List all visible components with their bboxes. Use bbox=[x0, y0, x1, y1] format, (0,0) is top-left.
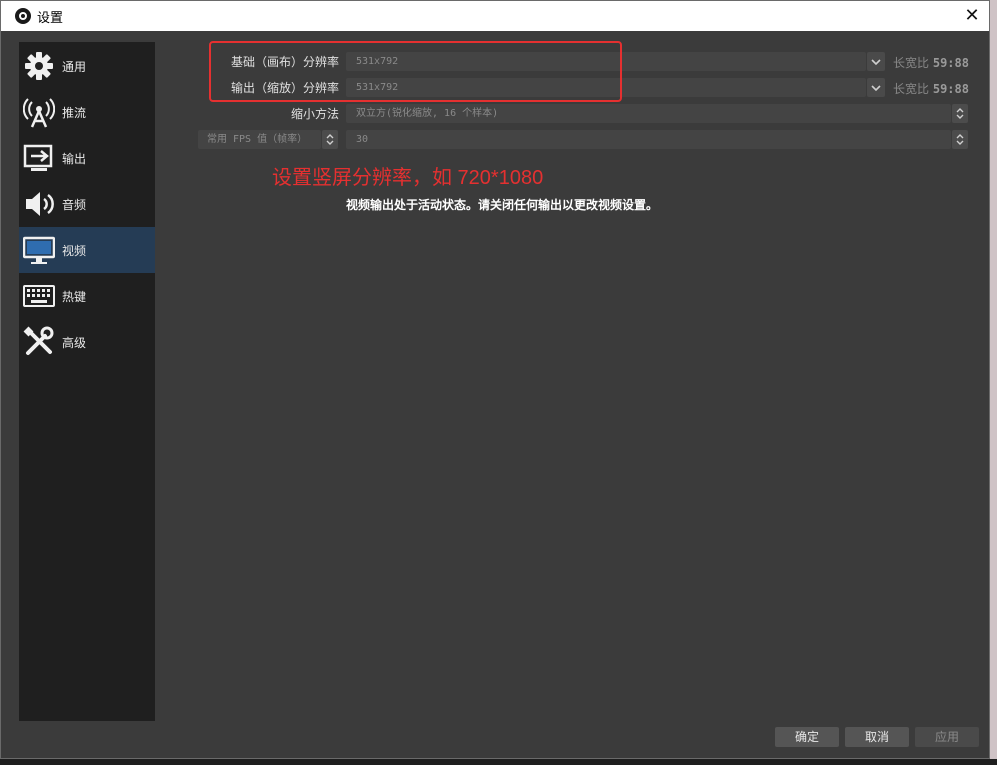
chevron-down-icon bbox=[871, 59, 881, 66]
sidebar-item-label: 通用 bbox=[62, 60, 87, 74]
background-app-sliver bbox=[990, 0, 997, 765]
ok-button[interactable]: 确定 bbox=[775, 727, 839, 747]
aspect-label: 长宽比 bbox=[893, 56, 930, 70]
output-resolution-dropdown-button[interactable] bbox=[867, 78, 885, 97]
fps-type-spin[interactable] bbox=[322, 130, 338, 149]
sidebar-item-stream[interactable]: 推流 bbox=[19, 89, 155, 135]
base-resolution-dropdown-button[interactable] bbox=[867, 52, 885, 71]
up-down-arrows-icon bbox=[326, 134, 334, 145]
sidebar-item-advanced[interactable]: 高级 bbox=[19, 319, 155, 365]
cancel-button[interactable]: 取消 bbox=[845, 727, 909, 747]
background-app-bottom bbox=[0, 759, 997, 765]
chevron-down-icon bbox=[871, 85, 881, 92]
up-down-arrows-icon bbox=[956, 134, 964, 145]
close-button[interactable]: ✕ bbox=[955, 1, 989, 31]
sidebar-item-output[interactable]: 输出 bbox=[19, 135, 155, 181]
fps-value-spin[interactable] bbox=[952, 130, 968, 149]
sidebar-item-audio[interactable]: 音频 bbox=[19, 181, 155, 227]
aspect-label: 长宽比 bbox=[893, 82, 930, 96]
output-aspect-ratio: 长宽比 59:88 bbox=[893, 80, 969, 97]
sidebar-item-general[interactable]: 通用 bbox=[19, 43, 155, 89]
apply-button[interactable]: 应用 bbox=[915, 727, 979, 747]
sidebar-item-label: 视频 bbox=[62, 244, 87, 258]
sidebar-item-label: 输出 bbox=[62, 152, 87, 166]
keyboard-icon bbox=[23, 285, 55, 307]
annotation-highlight-box bbox=[209, 41, 622, 102]
aspect-value: 59:88 bbox=[932, 56, 969, 70]
gear-icon bbox=[25, 52, 53, 80]
base-aspect-ratio: 长宽比 59:88 bbox=[893, 54, 969, 71]
monitor-icon bbox=[23, 236, 55, 264]
sidebar-item-label: 推流 bbox=[62, 106, 87, 120]
speaker-icon bbox=[26, 192, 54, 216]
sidebar-item-label: 音频 bbox=[62, 198, 87, 212]
sidebar-item-label: 高级 bbox=[62, 336, 87, 350]
broadcast-antenna-icon bbox=[23, 98, 55, 128]
tools-icon bbox=[23, 326, 54, 355]
sidebar-item-video[interactable]: 视频 bbox=[19, 227, 155, 273]
fps-type-select[interactable]: 常用 FPS 值（帧率） bbox=[198, 130, 321, 149]
sidebar-item-hotkeys[interactable]: 热键 bbox=[19, 273, 155, 319]
output-active-notice: 视频输出处于活动状态。请关闭任何输出以更改视频设置。 bbox=[346, 198, 659, 212]
downscale-filter-spin[interactable] bbox=[952, 104, 968, 123]
downscale-filter-select[interactable]: 双立方(锐化缩放, 16 个样本) bbox=[346, 104, 951, 123]
annotation-text: 设置竖屏分辨率，如 720*1080 bbox=[272, 167, 544, 189]
settings-sidebar: 通用 推流 输出 音频 视频 热键 高级 bbox=[19, 42, 155, 721]
fps-value-select[interactable]: 30 bbox=[346, 130, 951, 149]
output-icon bbox=[23, 144, 53, 171]
sidebar-item-label: 热键 bbox=[62, 290, 87, 304]
downscale-filter-label: 缩小方法 bbox=[290, 107, 339, 121]
title-bar: 设置 ✕ bbox=[1, 1, 989, 31]
obs-logo-icon bbox=[15, 8, 31, 24]
settings-window: 设置 ✕ 通用 推流 输出 音频 视频 热键 高级 基础（画布）分辨率 531x… bbox=[0, 0, 990, 759]
aspect-value: 59:88 bbox=[932, 82, 969, 96]
up-down-arrows-icon bbox=[956, 108, 964, 119]
window-title: 设置 bbox=[37, 11, 64, 26]
